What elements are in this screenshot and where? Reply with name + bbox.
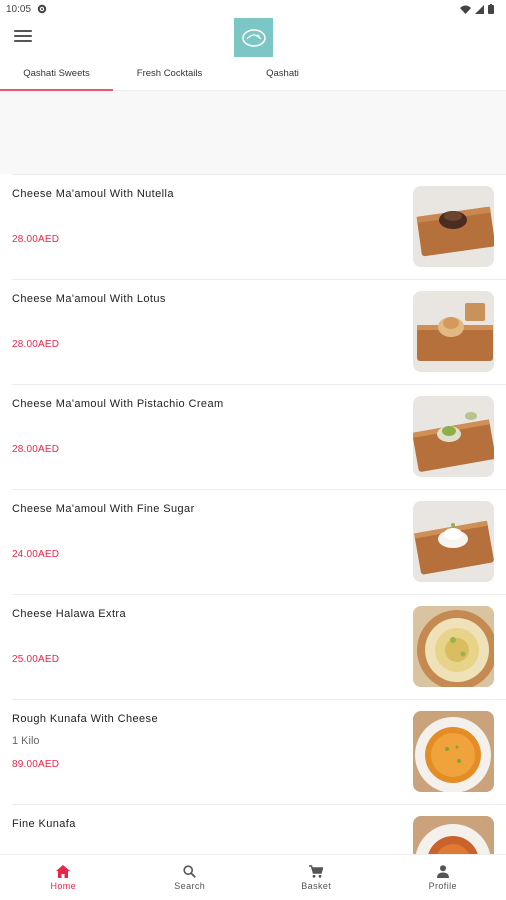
nav-search[interactable]: Search bbox=[127, 855, 254, 900]
item-subtitle: 1 Kilo bbox=[12, 735, 40, 747]
list-item[interactable]: Rough Kunafa With Cheese 1 Kilo 89.00AED bbox=[12, 699, 506, 804]
product-image[interactable] bbox=[413, 711, 494, 792]
nav-search-label: Search bbox=[174, 880, 206, 891]
bottom-navigation: Home Search Basket Profile bbox=[0, 854, 506, 900]
list-item[interactable]: Fine Kunafa bbox=[12, 804, 506, 854]
product-image[interactable] bbox=[413, 291, 494, 372]
person-icon bbox=[436, 864, 449, 878]
list-item[interactable]: Cheese Ma'amoul With Pistachio Cream 28.… bbox=[12, 384, 506, 489]
cart-icon bbox=[309, 864, 324, 878]
item-price: 28.00AED bbox=[12, 444, 60, 455]
status-right bbox=[460, 4, 494, 14]
signal-icon bbox=[475, 4, 484, 14]
item-title: Rough Kunafa With Cheese bbox=[12, 713, 158, 725]
item-price: 28.00AED bbox=[12, 234, 60, 245]
item-title: Cheese Ma'amoul With Fine Sugar bbox=[12, 503, 195, 515]
item-title: Cheese Ma'amoul With Pistachio Cream bbox=[12, 398, 224, 410]
product-image[interactable] bbox=[413, 396, 494, 477]
menu-icon[interactable] bbox=[14, 30, 32, 44]
tab-qashati-sweets[interactable]: Qashati Sweets bbox=[0, 60, 113, 91]
item-price: 25.00AED bbox=[12, 654, 60, 665]
nav-profile-label: Profile bbox=[428, 880, 457, 891]
list-item[interactable]: Cheese Ma'amoul With Fine Sugar 24.00AED bbox=[12, 489, 506, 594]
list-item[interactable]: Cheese Ma'amoul With Lotus 28.00AED bbox=[12, 279, 506, 384]
product-list-area: Cheese Ma'amoul With Nutella 28.00AED Ch… bbox=[0, 91, 506, 854]
nav-basket[interactable]: Basket bbox=[253, 855, 380, 900]
battery-icon bbox=[488, 4, 494, 14]
logo bbox=[234, 18, 273, 57]
status-bar: 10:05 bbox=[0, 0, 506, 18]
item-price: 89.00AED bbox=[12, 759, 60, 770]
product-image[interactable] bbox=[413, 606, 494, 687]
item-title: Cheese Ma'amoul With Lotus bbox=[12, 293, 166, 305]
logo-icon bbox=[241, 28, 266, 47]
item-title: Fine Kunafa bbox=[12, 818, 76, 830]
product-image[interactable] bbox=[413, 501, 494, 582]
list-item[interactable]: Cheese Ma'amoul With Nutella 28.00AED bbox=[12, 174, 506, 279]
nav-basket-label: Basket bbox=[301, 880, 332, 891]
tab-qashati[interactable]: Qashati bbox=[226, 60, 339, 90]
nav-home-label: Home bbox=[50, 880, 77, 891]
category-tabs: Qashati Sweets Fresh Cocktails Qashati bbox=[0, 60, 506, 91]
item-price: 28.00AED bbox=[12, 339, 60, 350]
product-image[interactable] bbox=[413, 816, 494, 854]
wifi-icon bbox=[460, 5, 471, 14]
search-icon bbox=[183, 864, 197, 878]
item-price: 24.00AED bbox=[12, 549, 60, 560]
status-left: 10:05 bbox=[6, 4, 47, 15]
product-list: Cheese Ma'amoul With Nutella 28.00AED Ch… bbox=[0, 174, 506, 854]
gear-icon bbox=[37, 4, 47, 14]
item-title: Cheese Halawa Extra bbox=[12, 608, 126, 620]
list-item[interactable]: Cheese Halawa Extra 25.00AED bbox=[12, 594, 506, 699]
item-title: Cheese Ma'amoul With Nutella bbox=[12, 188, 174, 200]
nav-home[interactable]: Home bbox=[0, 855, 127, 900]
product-image[interactable] bbox=[413, 186, 494, 267]
home-icon bbox=[56, 864, 71, 878]
tab-fresh-cocktails[interactable]: Fresh Cocktails bbox=[113, 60, 226, 90]
app-header bbox=[0, 18, 506, 60]
status-time: 10:05 bbox=[6, 3, 32, 15]
nav-profile[interactable]: Profile bbox=[380, 855, 506, 900]
